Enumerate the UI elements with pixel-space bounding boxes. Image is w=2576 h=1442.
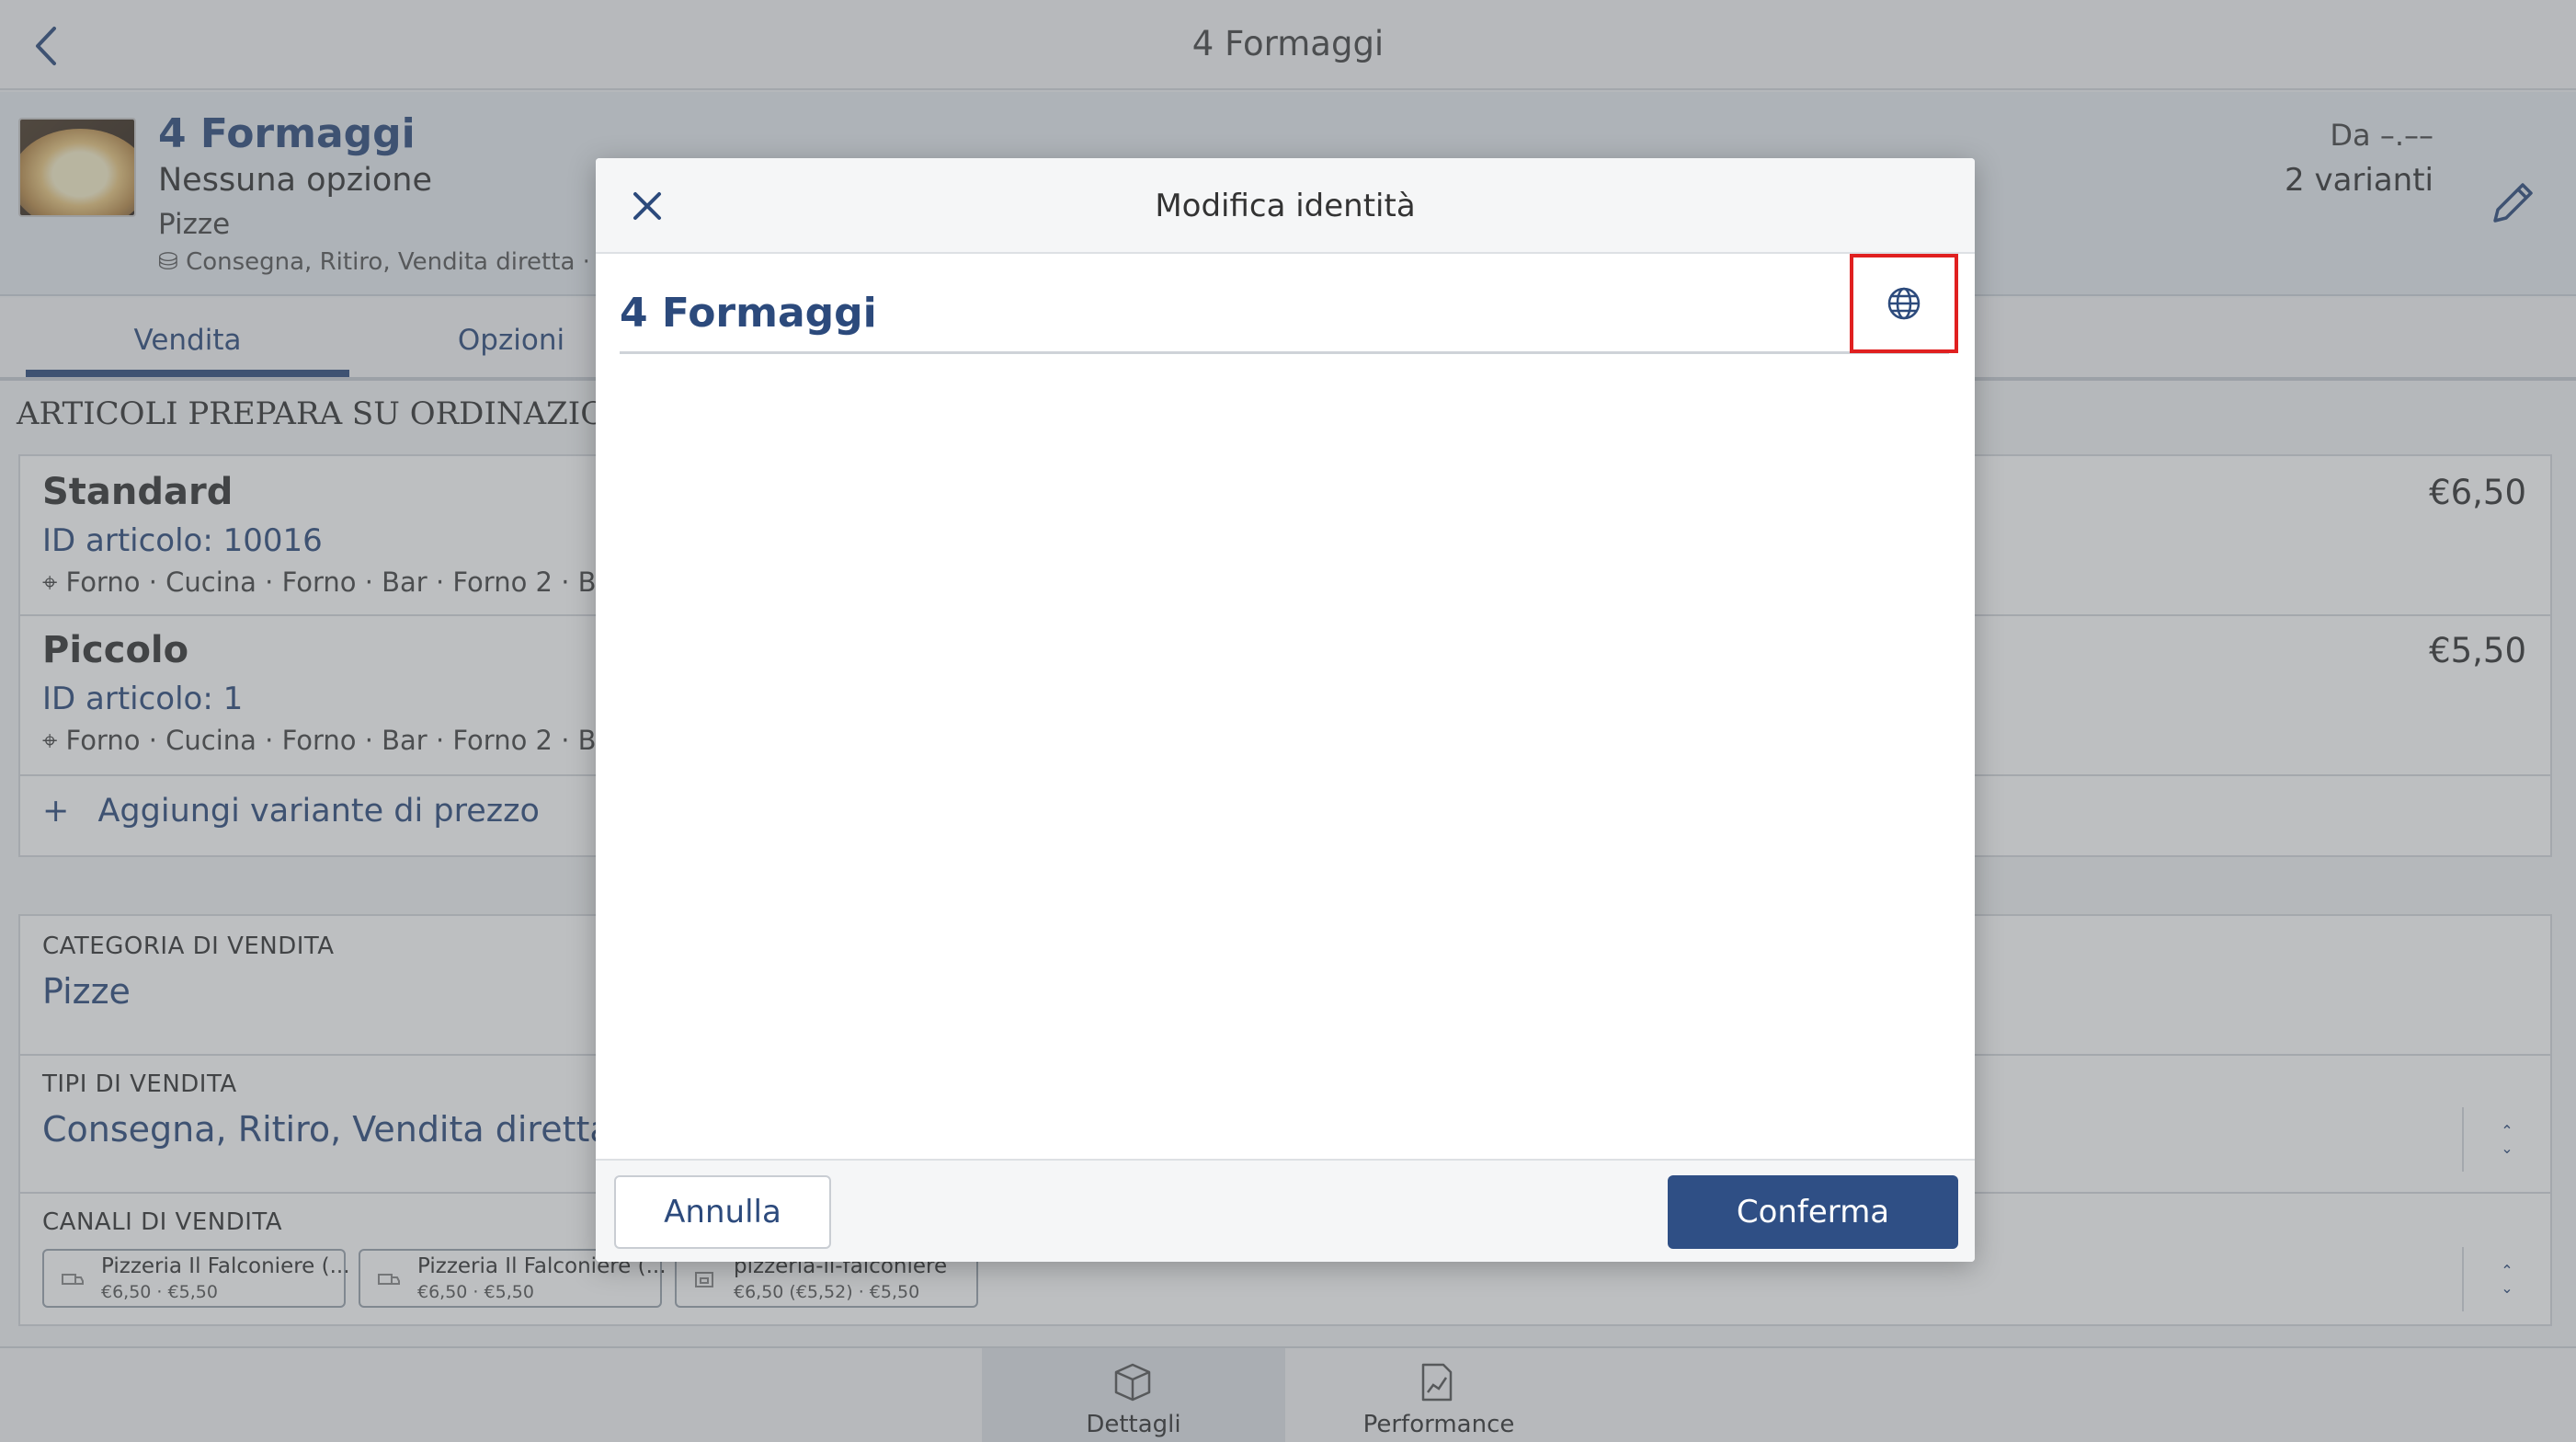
cancel-button[interactable]: Annulla: [614, 1175, 831, 1249]
dialog-title: Modifica identità: [1155, 188, 1416, 224]
dialog-header: Modifica identità: [596, 158, 1975, 254]
edit-identity-dialog: Modifica identità Annulla Conferma: [596, 158, 1975, 1262]
confirm-button[interactable]: Conferma: [1668, 1175, 1958, 1249]
dialog-footer: Annulla Conferma: [596, 1159, 1975, 1262]
translate-button[interactable]: [1850, 254, 1958, 353]
name-input[interactable]: [620, 280, 1848, 346]
app-root: 4 Formaggi 4 Formaggi Nessuna opzione Pi…: [0, 0, 2576, 1442]
globe-icon: [1887, 287, 1921, 320]
input-underline: [620, 351, 1949, 354]
